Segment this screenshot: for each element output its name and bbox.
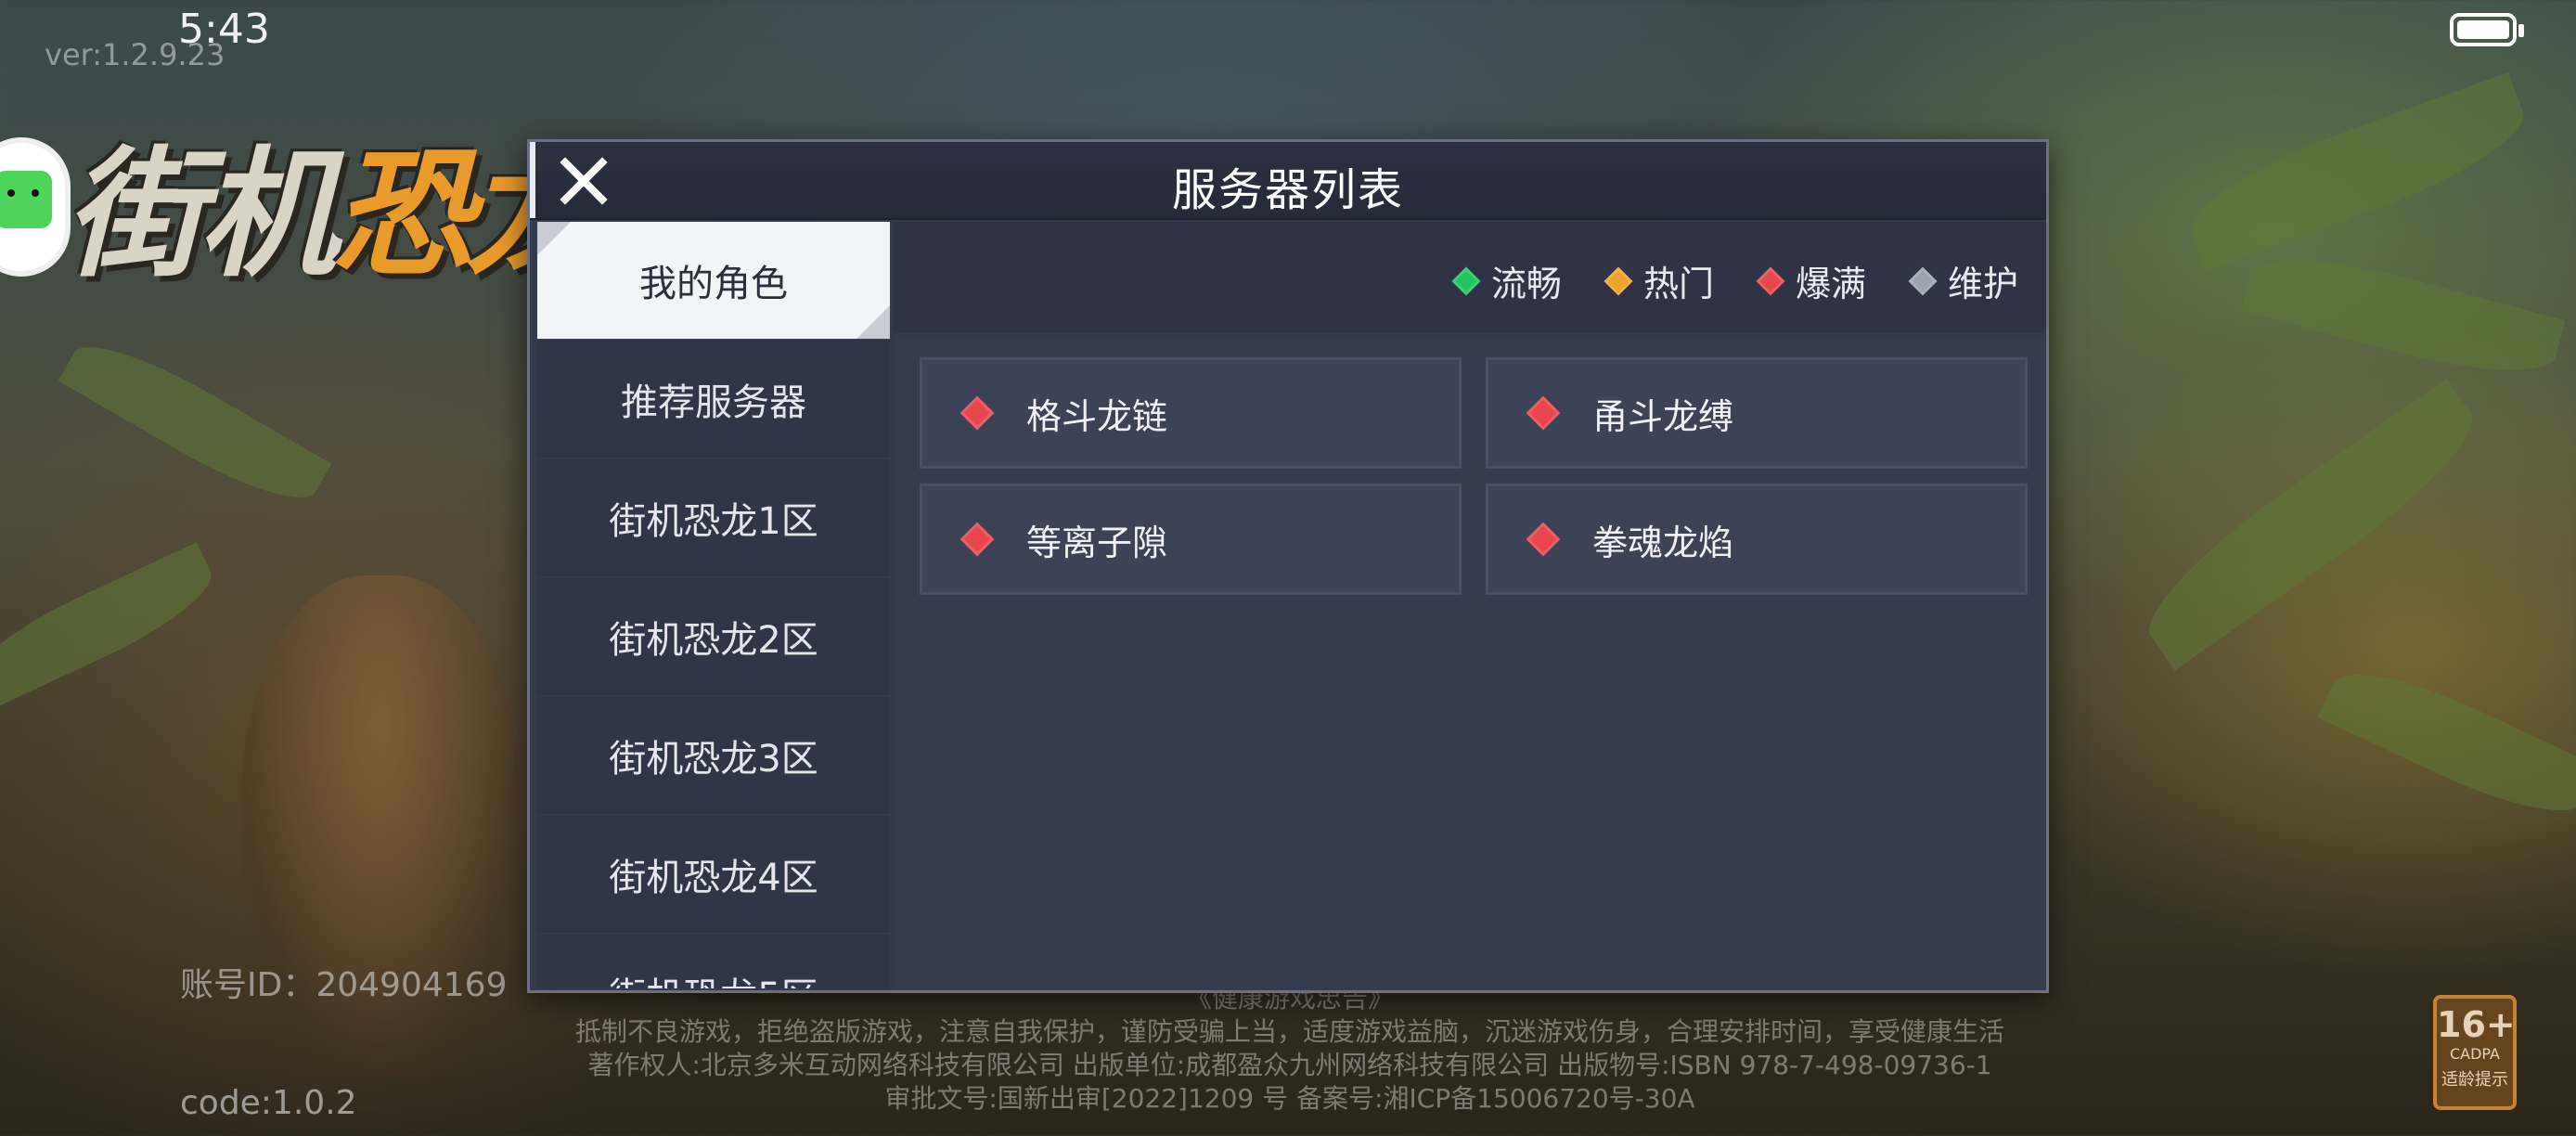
- dialog-title: 服务器列表: [1171, 164, 1404, 216]
- health-notice-line: 抵制不良游戏，拒绝盗版游戏，注意自我保护，谨防受骗上当，适度游戏益脑，沉迷游戏伤…: [574, 1016, 2004, 1047]
- health-notice: 《健康游戏忠告》 抵制不良游戏，拒绝盗版游戏，注意自我保护，谨防受骗上当，适度游…: [408, 982, 2171, 1116]
- server-name: 甬斗龙缚: [1592, 395, 1734, 437]
- game-logo: 街机恐龙: [65, 102, 605, 303]
- status-gray-diamond-icon: [1908, 265, 1938, 296]
- status-legend: 流畅 热门 爆满 维护: [1451, 255, 2018, 306]
- legend-label: 流畅: [1490, 264, 1562, 304]
- tab-zone-2[interactable]: 街机恐龙2区: [537, 578, 890, 695]
- server-name: 格斗龙链: [1026, 395, 1168, 437]
- server-list-dialog: 服务器列表 我的角色 推荐服务器 街机恐龙1区 街机恐龙2区 街机恐龙3区 街机…: [527, 139, 2049, 993]
- age-rating-label: 适龄提示: [2441, 1070, 2508, 1090]
- tab-zone-1[interactable]: 街机恐龙1区: [537, 459, 890, 576]
- age-rating-badge[interactable]: 16+ CADPA 适龄提示: [2433, 995, 2517, 1110]
- code-version-label: code:1.0.2: [180, 1084, 357, 1122]
- tab-zone-5[interactable]: 街机恐龙5区: [537, 935, 890, 988]
- legend-smooth: 流畅: [1451, 255, 1562, 306]
- tab-zone-3[interactable]: 街机恐龙3区: [537, 697, 890, 814]
- server-card[interactable]: 等离子隙: [920, 484, 1462, 595]
- version-label: ver:1.2.9.23: [45, 37, 225, 72]
- tab-recommended-servers[interactable]: 推荐服务器: [537, 341, 890, 458]
- legend-label: 维护: [1947, 264, 2018, 304]
- server-name: 拳魂龙焰: [1592, 522, 1734, 563]
- server-status-diamond-icon: [1526, 522, 1561, 557]
- tab-zone-4[interactable]: 街机恐龙4区: [537, 816, 890, 933]
- battery-icon: [2450, 13, 2524, 46]
- status-orange-diamond-icon: [1604, 265, 1633, 296]
- server-card[interactable]: 格斗龙链: [920, 357, 1462, 469]
- legend-maintenance: 维护: [1908, 255, 2018, 306]
- game-logo-part1: 街机: [65, 135, 338, 296]
- server-name: 等离子隙: [1026, 522, 1168, 563]
- server-tab-list[interactable]: 我的角色 推荐服务器 街机恐龙1区 街机恐龙2区 街机恐龙3区 街机恐龙4区 街…: [537, 222, 890, 988]
- copyright-line: 著作权人:北京多米互动网络科技有限公司 出版单位:成都盈众九州网络科技有限公司 …: [587, 1050, 1992, 1080]
- status-green-diamond-icon: [1451, 265, 1481, 296]
- server-status-diamond-icon: [960, 395, 995, 431]
- dialog-header: 服务器列表: [530, 142, 2046, 220]
- server-card[interactable]: 甬斗龙缚: [1486, 357, 2028, 469]
- legend-full: 爆满: [1756, 255, 1866, 306]
- approval-line: 审批文号:国新出审[2022]1209 号 备案号:湘ICP备15006720号…: [884, 1083, 1695, 1114]
- status-legend-bar: 流畅 热门 爆满 维护: [894, 222, 2046, 333]
- floating-assistant-avatar[interactable]: [0, 137, 71, 277]
- server-card[interactable]: 拳魂龙焰: [1486, 484, 2028, 595]
- server-status-diamond-icon: [960, 522, 995, 557]
- server-grid: 格斗龙链 甬斗龙缚 等离子隙 拳魂龙焰: [920, 357, 2028, 595]
- server-status-diamond-icon: [1526, 395, 1561, 431]
- server-list-panel: 格斗龙链 甬斗龙缚 等离子隙 拳魂龙焰: [894, 337, 2046, 990]
- age-rating: 16+: [2437, 1004, 2516, 1045]
- status-red-diamond-icon: [1756, 265, 1785, 296]
- legend-label: 爆满: [1795, 264, 1866, 304]
- robot-face-icon: [0, 171, 52, 228]
- tab-my-characters[interactable]: 我的角色: [537, 222, 890, 339]
- legend-hot: 热门: [1604, 255, 1714, 306]
- age-rating-org: CADPA: [2449, 1045, 2500, 1063]
- legend-label: 热门: [1642, 264, 1714, 304]
